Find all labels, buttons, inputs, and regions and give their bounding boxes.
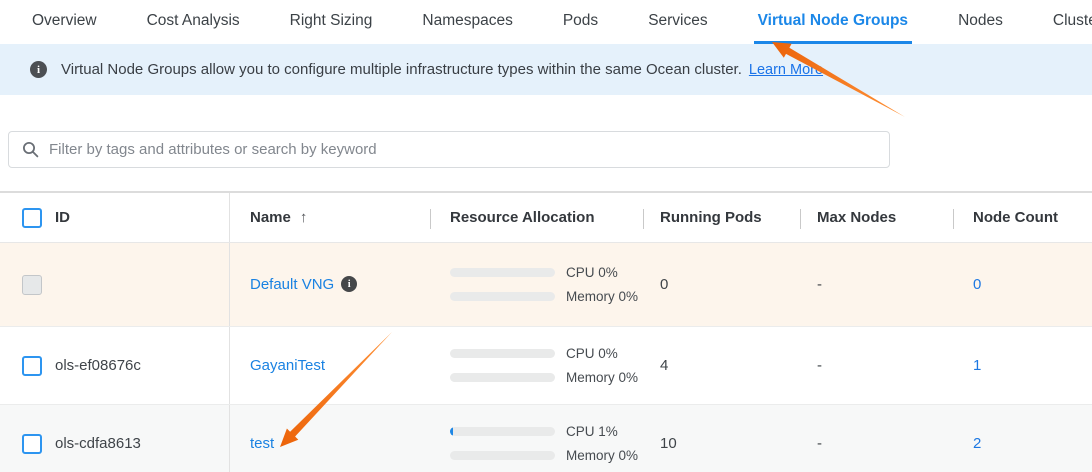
learn-more-link[interactable]: Learn More	[749, 62, 823, 78]
memory-usage-label: Memory 0%	[566, 289, 638, 304]
vng-id: ols-cdfa8613	[55, 405, 230, 472]
vng-info-icon[interactable]: i	[341, 276, 357, 292]
row-checkbox-disabled	[22, 275, 42, 295]
running-pods-value: 4	[643, 357, 800, 374]
vng-name-link[interactable]: test	[250, 435, 274, 452]
sort-ascending-icon[interactable]: ↑	[300, 209, 308, 226]
vng-name-link[interactable]: Default VNG i	[250, 276, 357, 293]
max-nodes-value: -	[800, 435, 953, 452]
tab-namespaces[interactable]: Namespaces	[418, 0, 516, 44]
memory-usage-bar	[450, 292, 555, 301]
cluster-tab-bar: Overview Cost Analysis Right Sizing Name…	[0, 0, 1092, 44]
tab-services[interactable]: Services	[644, 0, 711, 44]
running-pods-value: 0	[643, 276, 800, 293]
memory-usage-label: Memory 0%	[566, 448, 638, 463]
node-count-link[interactable]: 0	[973, 276, 981, 293]
filter-search-input[interactable]: Filter by tags and attributes or search …	[8, 131, 890, 168]
column-header-node-count[interactable]: Node Count	[953, 193, 1092, 242]
cpu-usage-label: CPU 0%	[566, 346, 618, 361]
cpu-usage-bar	[450, 427, 555, 436]
tab-right-sizing[interactable]: Right Sizing	[286, 0, 377, 44]
memory-usage-label: Memory 0%	[566, 370, 638, 385]
memory-usage-bar	[450, 373, 555, 382]
column-header-resource-allocation[interactable]: Resource Allocation	[430, 193, 643, 242]
tab-pods[interactable]: Pods	[559, 0, 602, 44]
info-banner: i Virtual Node Groups allow you to confi…	[0, 44, 1092, 95]
table-row-test[interactable]: ols-cdfa8613 test CPU 1% Memory 0% 10 -	[0, 404, 1092, 472]
column-header-max-nodes[interactable]: Max Nodes	[800, 193, 953, 242]
row-checkbox[interactable]	[22, 356, 42, 376]
memory-usage-bar	[450, 451, 555, 460]
vng-id	[55, 243, 230, 326]
column-header-running-pods[interactable]: Running Pods	[643, 193, 800, 242]
table-row-gayanitest[interactable]: ols-ef08676c GayaniTest CPU 0% Memory 0%…	[0, 326, 1092, 404]
virtual-node-groups-page: Overview Cost Analysis Right Sizing Name…	[0, 0, 1092, 472]
node-count-link[interactable]: 1	[973, 357, 981, 374]
column-header-id[interactable]: ID	[55, 193, 230, 242]
cpu-usage-label: CPU 0%	[566, 265, 618, 280]
vng-table: ID Name ↑ Resource Allocation Running Po…	[0, 191, 1092, 472]
info-icon: i	[30, 61, 47, 78]
running-pods-value: 10	[643, 435, 800, 452]
tab-cost-analysis[interactable]: Cost Analysis	[143, 0, 244, 44]
column-header-name[interactable]: Name ↑	[230, 193, 430, 242]
node-count-link[interactable]: 2	[973, 435, 981, 452]
tab-overview[interactable]: Overview	[28, 0, 101, 44]
cpu-usage-label: CPU 1%	[566, 424, 618, 439]
tab-virtual-node-groups[interactable]: Virtual Node Groups	[754, 0, 912, 44]
search-icon	[22, 141, 39, 158]
banner-text: Virtual Node Groups allow you to configu…	[61, 61, 742, 78]
tab-cluster-rolls[interactable]: Cluster Rolls	[1049, 0, 1092, 44]
cpu-usage-bar	[450, 349, 555, 358]
search-placeholder-text: Filter by tags and attributes or search …	[49, 141, 377, 158]
cpu-usage-bar	[450, 268, 555, 277]
table-header-row: ID Name ↑ Resource Allocation Running Po…	[0, 191, 1092, 243]
max-nodes-value: -	[800, 276, 953, 293]
max-nodes-value: -	[800, 357, 953, 374]
tab-nodes[interactable]: Nodes	[954, 0, 1007, 44]
select-all-checkbox[interactable]	[22, 208, 42, 228]
vng-name-link[interactable]: GayaniTest	[250, 357, 325, 374]
row-checkbox[interactable]	[22, 434, 42, 454]
table-row-default-vng[interactable]: Default VNG i CPU 0% Memory 0% 0 -	[0, 243, 1092, 326]
vng-id: ols-ef08676c	[55, 327, 230, 404]
